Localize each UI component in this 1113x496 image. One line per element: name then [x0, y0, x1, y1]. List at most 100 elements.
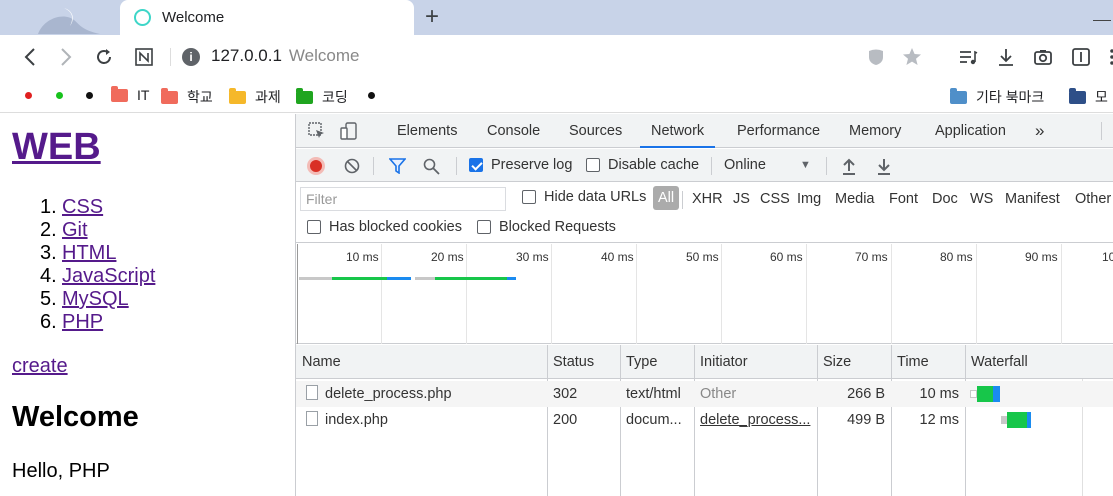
bookmark-star-button[interactable]	[898, 43, 926, 71]
page-title: Welcome	[12, 401, 139, 433]
bookmark-black-dot[interactable]	[86, 92, 93, 99]
throttling-value: Online	[724, 157, 766, 173]
tab-memory[interactable]: Memory	[849, 114, 901, 148]
web-home-link[interactable]: WEB	[12, 126, 101, 169]
shield-icon	[869, 49, 883, 65]
filter-type-js[interactable]: JS	[733, 191, 750, 207]
filter-icon[interactable]	[389, 158, 406, 174]
has-blocked-cookies-checkbox[interactable]: Has blocked cookies	[307, 219, 462, 235]
menu-button[interactable]	[1098, 43, 1113, 71]
more-tabs-chevron-icon[interactable]: »	[1035, 114, 1044, 148]
filter-type-ws[interactable]: WS	[970, 191, 993, 207]
column-header-name[interactable]: Name	[296, 345, 547, 379]
site-info-icon[interactable]: i	[182, 48, 200, 66]
address-bar[interactable]: 127.0.0.1 Welcome	[211, 46, 359, 66]
bookmark-folder-coding[interactable]: 코딩	[296, 87, 348, 107]
filter-type-img[interactable]: Img	[797, 191, 821, 207]
tab-application[interactable]: Application	[935, 114, 1006, 148]
network-requests-table: Name Status Type Initiator Size Time Wat…	[296, 345, 1113, 496]
checkbox-checked-icon	[469, 158, 483, 172]
network-overview-timeline[interactable]: 10 ms 20 ms 30 ms 40 ms 50 ms 60 ms 70 m…	[296, 244, 1113, 344]
tab-bar-divider	[1101, 122, 1102, 140]
filter-type-xhr[interactable]: XHR	[692, 191, 723, 207]
capture-button[interactable]	[1029, 43, 1057, 71]
topic-link-mysql[interactable]: MySQL	[62, 288, 129, 310]
tab-elements[interactable]: Elements	[397, 114, 457, 148]
folder-icon	[296, 87, 313, 104]
filter-type-css[interactable]: CSS	[760, 191, 790, 207]
tab-console[interactable]: Console	[487, 114, 540, 148]
back-button[interactable]	[16, 43, 44, 71]
notion-extension-button[interactable]	[130, 43, 158, 71]
tab-network[interactable]: Network	[640, 114, 716, 148]
bookmark-folder-other[interactable]: 기타 북마크	[950, 87, 1044, 107]
export-har-icon[interactable]	[876, 157, 892, 175]
bookmark-label: IT	[137, 87, 150, 103]
filter-type-media[interactable]: Media	[835, 191, 875, 207]
clear-icon[interactable]	[344, 158, 360, 174]
filter-type-manifest[interactable]: Manifest	[1005, 191, 1060, 207]
status-cell: 200	[553, 412, 578, 428]
table-row[interactable]: delete_process.php 302 text/html Other 2…	[296, 381, 1113, 407]
sidebar-button[interactable]	[1067, 43, 1095, 71]
throttling-select[interactable]: Online ▼	[724, 157, 814, 173]
tab-title: Welcome	[162, 9, 225, 26]
back-arrow-icon	[24, 48, 35, 66]
hide-data-urls-checkbox[interactable]: Hide data URLs	[522, 189, 646, 205]
timeline-bar-ttfb	[435, 277, 507, 280]
request-name-cell: delete_process.php	[300, 381, 547, 407]
column-header-initiator[interactable]: Initiator	[694, 345, 817, 379]
forward-button[interactable]	[52, 43, 80, 71]
table-row[interactable]: index.php 200 docum... delete_process...…	[296, 407, 1113, 433]
document-file-icon	[306, 385, 318, 401]
request-name: index.php	[325, 412, 388, 428]
disable-cache-checkbox[interactable]: Disable cache	[586, 157, 699, 173]
column-header-time[interactable]: Time	[891, 345, 965, 379]
tab-sources[interactable]: Sources	[569, 114, 622, 148]
blocked-requests-checkbox[interactable]: Blocked Requests	[477, 219, 616, 235]
topic-link-html[interactable]: HTML	[62, 242, 116, 264]
topic-link-css[interactable]: CSS	[62, 196, 103, 218]
reload-button[interactable]	[90, 43, 118, 71]
minimize-button[interactable]	[1093, 20, 1111, 21]
timeline-start-line	[297, 244, 298, 344]
topic-link-javascript[interactable]: JavaScript	[62, 265, 155, 287]
topic-link-git[interactable]: Git	[62, 219, 88, 241]
column-header-type[interactable]: Type	[620, 345, 694, 379]
bookmark-green-dot[interactable]	[56, 92, 63, 99]
create-link[interactable]: create	[12, 355, 68, 378]
inspect-element-icon[interactable]	[308, 122, 326, 140]
bookmark-folder-it[interactable]: IT	[111, 85, 150, 103]
filter-type-other[interactable]: Other	[1075, 191, 1111, 207]
shield-button[interactable]	[862, 43, 890, 71]
playlist-button[interactable]	[954, 43, 982, 71]
folder-icon	[161, 87, 178, 104]
search-icon[interactable]	[423, 158, 440, 175]
tab-performance[interactable]: Performance	[737, 114, 820, 148]
browser-tab-welcome[interactable]: Welcome	[120, 0, 414, 35]
topic-link-php[interactable]: PHP	[62, 311, 103, 333]
download-button[interactable]	[992, 43, 1020, 71]
bookmark-black-dot-2[interactable]	[368, 92, 375, 99]
column-header-status[interactable]: Status	[547, 345, 620, 379]
record-button[interactable]	[307, 157, 325, 175]
time-cell: 12 ms	[919, 412, 960, 428]
filter-type-doc[interactable]: Doc	[932, 191, 958, 207]
filter-type-all[interactable]: All	[653, 186, 680, 210]
bookmark-folder-school[interactable]: 학교	[161, 87, 213, 107]
filter-type-font[interactable]: Font	[889, 191, 918, 207]
timeline-gridline	[381, 244, 382, 344]
column-header-waterfall[interactable]: Waterfall	[965, 345, 1113, 379]
filter-input[interactable]: Filter	[300, 187, 506, 211]
device-toolbar-icon[interactable]	[340, 122, 358, 140]
list-item: 5. MySQL	[40, 288, 155, 311]
initiator-link[interactable]: delete_process...	[694, 407, 817, 433]
preserve-log-checkbox[interactable]: Preserve log	[469, 157, 572, 173]
column-header-size[interactable]: Size	[817, 345, 891, 379]
bookmark-folder-mobile[interactable]: 모	[1069, 87, 1108, 107]
devtools-panel: Elements Console Sources Network Perform…	[295, 114, 1113, 496]
import-har-icon[interactable]	[841, 157, 857, 175]
bookmark-folder-assignment[interactable]: 과제	[229, 87, 281, 107]
new-tab-button[interactable]: +	[425, 3, 439, 31]
bookmark-red-dot[interactable]	[25, 92, 32, 99]
